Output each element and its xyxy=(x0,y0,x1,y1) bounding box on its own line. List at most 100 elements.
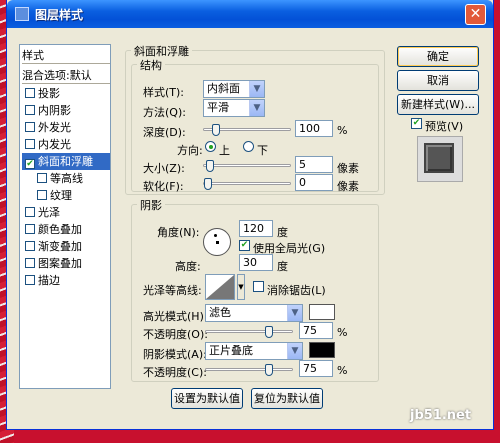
shading-title: 阴影 xyxy=(137,197,165,213)
style-item[interactable]: 颜色叠加 xyxy=(22,221,110,238)
style-item[interactable]: 渐变叠加 xyxy=(22,238,110,255)
direction-down-radio[interactable] xyxy=(243,141,254,152)
style-label: 样式(T): xyxy=(143,86,185,99)
style-select[interactable]: 内斜面 ▼ xyxy=(203,80,265,98)
technique-select-value: 平滑 xyxy=(207,101,229,114)
title-bar[interactable]: 图层样式 ✕ xyxy=(7,0,493,28)
style-item-checkbox[interactable]: ✔ xyxy=(25,159,35,169)
shadow-mode-select[interactable]: 正片叠底 ▼ xyxy=(205,342,303,360)
style-item[interactable]: 内阴影 xyxy=(22,102,110,119)
contour-dropdown-arrow[interactable]: ▼ xyxy=(237,274,245,300)
preview-checkbox[interactable]: ✔ xyxy=(411,118,422,129)
angle-dial[interactable] xyxy=(203,228,231,256)
size-input[interactable]: 5 xyxy=(295,156,333,173)
chevron-down-icon: ▼ xyxy=(249,100,264,116)
highlight-opacity-input[interactable]: 75 xyxy=(299,322,333,339)
structure-title: 结构 xyxy=(137,57,165,73)
contour-curve-icon xyxy=(206,275,234,299)
global-light-checkbox[interactable]: ✔ xyxy=(239,240,250,251)
gloss-contour-label: 光泽等高线: xyxy=(143,284,202,297)
highlight-opacity-thumb[interactable] xyxy=(265,326,273,338)
anti-alias-checkbox[interactable] xyxy=(253,281,264,292)
size-slider-thumb[interactable] xyxy=(206,160,214,172)
angle-dial-marker xyxy=(214,234,217,237)
style-item-checkbox[interactable] xyxy=(25,275,35,285)
altitude-input[interactable]: 30 xyxy=(239,254,273,271)
layer-style-dialog: 图层样式 ✕ 样式 混合选项:默认 投影内阴影外发光内发光 ✔ 斜面和浮雕等高线纹理… xyxy=(6,0,494,430)
new-style-button[interactable]: 新建样式(W)... xyxy=(397,94,479,115)
shadow-opacity-input[interactable]: 75 xyxy=(299,360,333,377)
style-item[interactable]: 光泽 xyxy=(22,204,110,221)
depth-slider-thumb[interactable] xyxy=(212,124,220,136)
style-item[interactable]: 描边 xyxy=(22,272,110,289)
style-item-checkbox[interactable] xyxy=(25,139,35,149)
style-item-label: 颜色叠加 xyxy=(38,223,82,236)
style-item-checkbox[interactable] xyxy=(25,224,35,234)
style-item-checkbox[interactable] xyxy=(25,105,35,115)
shadow-opacity-thumb[interactable] xyxy=(265,364,273,376)
close-button[interactable]: ✕ xyxy=(465,4,486,25)
direction-up-label: 上 xyxy=(219,144,230,157)
highlight-mode-select[interactable]: 滤色 ▼ xyxy=(205,304,303,322)
reset-default-button[interactable]: 复位为默认值 xyxy=(251,388,323,409)
style-item-checkbox[interactable] xyxy=(25,207,35,217)
depth-input[interactable]: 100 xyxy=(295,120,333,137)
style-item-checkbox[interactable] xyxy=(25,122,35,132)
altitude-label: 高度: xyxy=(175,260,201,273)
shadow-mode-label: 阴影模式(A): xyxy=(143,348,207,361)
cancel-button[interactable]: 取消 xyxy=(397,70,479,91)
size-slider[interactable] xyxy=(203,160,291,172)
style-item-label: 投影 xyxy=(38,87,60,100)
soften-slider-thumb[interactable] xyxy=(204,178,212,190)
style-item[interactable]: 等高线 xyxy=(34,170,108,187)
window-title: 图层样式 xyxy=(35,8,84,22)
direction-label: 方向: xyxy=(177,144,203,157)
make-default-button[interactable]: 设置为默认值 xyxy=(171,388,243,409)
shadow-color-swatch[interactable] xyxy=(309,342,335,358)
app-icon xyxy=(15,7,29,21)
style-item-label: 纹理 xyxy=(50,189,72,202)
style-item-checkbox[interactable] xyxy=(25,88,35,98)
style-item-label: 等高线 xyxy=(50,172,83,185)
style-item-label: 渐变叠加 xyxy=(38,240,82,253)
highlight-color-swatch[interactable] xyxy=(309,304,335,320)
style-item-checkbox[interactable] xyxy=(37,190,47,200)
direction-up-radio[interactable] xyxy=(205,141,216,152)
style-item-label: 内发光 xyxy=(38,138,71,151)
site-watermark: jb51.net xyxy=(410,408,472,423)
shadow-opacity-slider[interactable] xyxy=(205,364,293,376)
chevron-down-icon: ▼ xyxy=(249,81,264,97)
style-item[interactable]: ✔ 斜面和浮雕 xyxy=(22,153,110,170)
size-unit: 像素 xyxy=(337,162,359,175)
angle-input[interactable]: 120 xyxy=(239,220,273,237)
angle-label: 角度(N): xyxy=(157,226,200,239)
technique-select[interactable]: 平滑 ▼ xyxy=(203,99,265,117)
styles-header[interactable]: 样式 xyxy=(22,47,110,64)
chevron-down-icon: ▼ xyxy=(287,305,302,321)
style-item-checkbox[interactable] xyxy=(37,173,47,183)
blending-options[interactable]: 混合选项:默认 xyxy=(22,67,110,84)
highlight-mode-label: 高光模式(H): xyxy=(143,310,208,323)
style-item[interactable]: 投影 xyxy=(22,85,110,102)
styles-header-label: 样式 xyxy=(22,49,44,62)
style-item[interactable]: 外发光 xyxy=(22,119,110,136)
highlight-opacity-unit: % xyxy=(337,326,348,339)
gloss-contour-picker[interactable] xyxy=(205,274,235,300)
shadow-opacity-label: 不透明度(C): xyxy=(143,366,207,379)
highlight-opacity-slider[interactable] xyxy=(205,326,293,338)
ok-button[interactable]: 确定 xyxy=(397,46,479,67)
style-item[interactable]: 纹理 xyxy=(34,187,108,204)
soften-slider[interactable] xyxy=(203,178,291,190)
preview-label: 预览(V) xyxy=(425,120,464,133)
depth-slider[interactable] xyxy=(203,124,291,136)
depth-label: 深度(D): xyxy=(143,126,186,139)
style-item-label: 光泽 xyxy=(38,206,60,219)
style-item-checkbox[interactable] xyxy=(25,241,35,251)
style-item-label: 内阴影 xyxy=(38,104,71,117)
style-item-checkbox[interactable] xyxy=(25,258,35,268)
style-item[interactable]: 内发光 xyxy=(22,136,110,153)
style-item[interactable]: 图案叠加 xyxy=(22,255,110,272)
style-item-label: 图案叠加 xyxy=(38,257,82,270)
soften-input[interactable]: 0 xyxy=(295,174,333,191)
depth-unit: % xyxy=(337,124,348,137)
